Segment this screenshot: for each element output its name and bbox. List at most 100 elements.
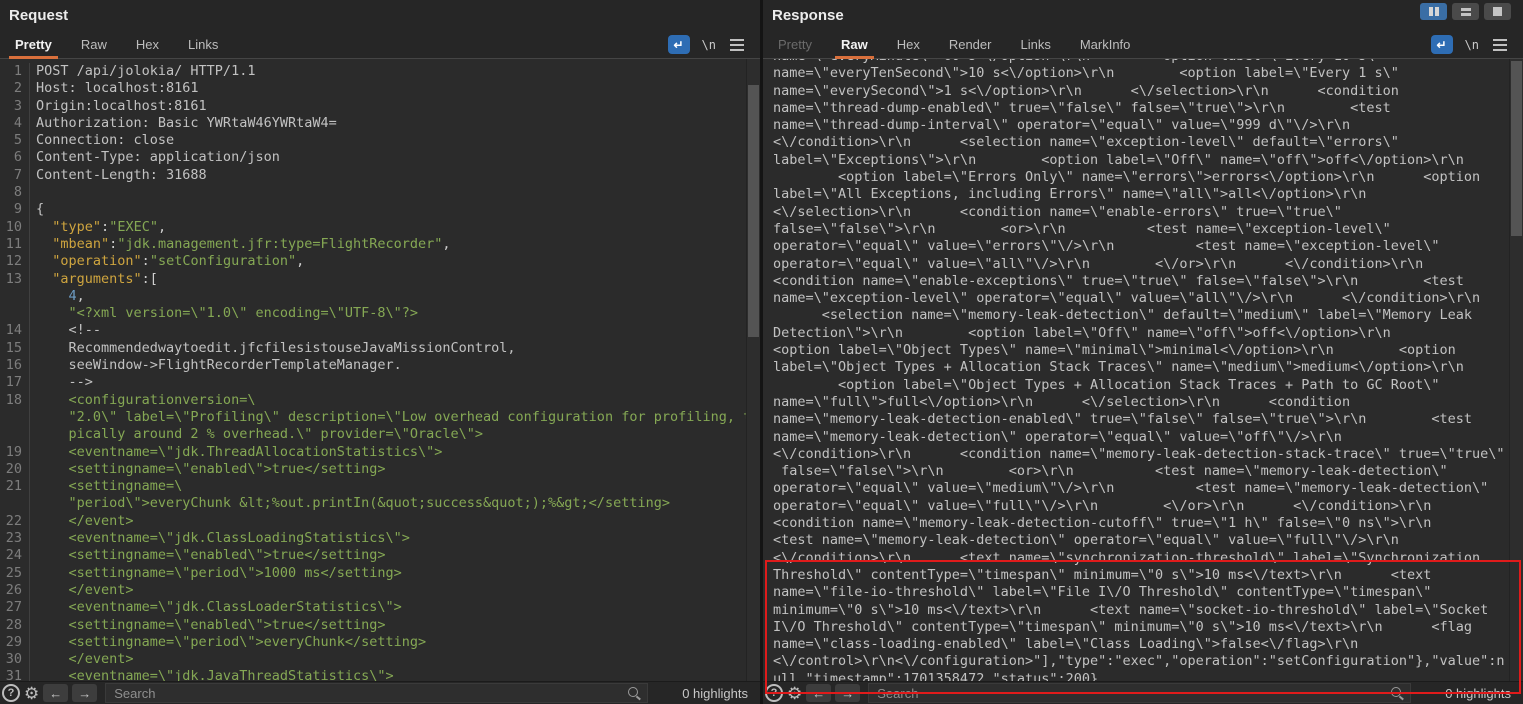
search-prev-button[interactable]: ← <box>806 684 831 702</box>
response-code-line: operator=\"equal\" value=\"full\"\/>\r\n… <box>763 498 1523 515</box>
response-code-line: name=\"thread-dump-enabled\" true=\"fals… <box>763 100 1523 117</box>
request-code-line: 20 <settingname=\"enabled\">true</settin… <box>0 461 760 478</box>
request-code-line: 6Content-Type: application/json <box>0 149 760 166</box>
response-code-line: <\/control>\r\n<\/configuration>"],"type… <box>763 653 1523 670</box>
request-code-line: 10 "type":"EXEC", <box>0 219 760 236</box>
request-code-line: 4Authorization: Basic YWRtaW46YWRtaW4= <box>0 115 760 132</box>
request-code-line: 22 </event> <box>0 513 760 530</box>
request-code-line: 12 "operation":"setConfiguration", <box>0 253 760 270</box>
response-tabbar: Pretty Raw Hex Render Links MarkInfo ↵ \n <box>763 31 1523 59</box>
response-code-line: label=\"Exceptions\">\r\n <option label=… <box>763 152 1523 169</box>
show-newlines-toggle[interactable]: \n <box>702 38 716 52</box>
request-code-line: pically around 2 % overhead.\" provider=… <box>0 426 760 443</box>
response-code-line: name=\"everyTenSecond\">10 s<\/option>\r… <box>763 65 1523 82</box>
tab-hex[interactable]: Hex <box>891 31 926 58</box>
request-code-line: 3Origin:localhost:8161 <box>0 98 760 115</box>
request-code-line: 26 </event> <box>0 582 760 599</box>
request-code-line: 18 <configurationversion=\ <box>0 392 760 409</box>
tab-pretty[interactable]: Pretty <box>9 31 58 58</box>
tab-links[interactable]: Links <box>182 31 224 58</box>
rows-layout-button[interactable] <box>1452 3 1479 20</box>
search-icon <box>1391 687 1401 697</box>
response-code-line: Threshold\" contentType=\"timespan\" min… <box>763 567 1523 584</box>
tab-render[interactable]: Render <box>943 31 998 58</box>
request-code-line: "2.0\" label=\"Profiling\" description=\… <box>0 409 760 426</box>
request-code-line: 13 "arguments":[ <box>0 271 760 288</box>
response-code-line: I\/O Threshold\" contentType=\"timespan\… <box>763 619 1523 636</box>
request-code-line: 9{ <box>0 201 760 218</box>
request-panel: Request Pretty Raw Hex Links ↵ \n 1POST /ap… <box>0 0 760 704</box>
layout-view-buttons <box>1420 3 1511 20</box>
response-scrollbar[interactable] <box>1509 59 1523 682</box>
request-scrollbar[interactable] <box>746 59 760 682</box>
response-code-line: Detection\">\r\n <option label=\"Off\" n… <box>763 325 1523 342</box>
tab-pretty[interactable]: Pretty <box>772 31 818 58</box>
request-code-line: 17 --> <box>0 374 760 391</box>
request-code-line: 4, <box>0 288 760 305</box>
request-code-line: 5Connection: close <box>0 132 760 149</box>
show-newlines-toggle[interactable]: \n <box>1465 38 1479 52</box>
request-code-line: 31 <eventname=\"jdk.JavaThreadStatistics… <box>0 668 760 682</box>
request-code-line: 2Host: localhost:8161 <box>0 80 760 97</box>
word-wrap-toggle-icon[interactable]: ↵ <box>668 35 690 54</box>
search-icon <box>628 687 638 697</box>
request-code-line: 29 <settingname=\"period\">everyChunk</s… <box>0 634 760 651</box>
response-code-line: name=\"file-io-threshold\" label=\"File … <box>763 584 1523 601</box>
response-code-line: <condition name=\"enable-exceptions\" tr… <box>763 273 1523 290</box>
tab-hex[interactable]: Hex <box>130 31 165 58</box>
response-code-line: name=\"full\">full<\/option>\r\n <\/sele… <box>763 394 1523 411</box>
response-scrollbar-thumb[interactable] <box>1511 61 1522 236</box>
search-settings-gear-icon[interactable]: ⚙ <box>24 685 39 702</box>
response-code-line: operator=\"equal\" value=\"medium\"\/>\r… <box>763 480 1523 497</box>
response-code-line: <\/condition>\r\n <text name=\"synchroni… <box>763 550 1523 567</box>
request-tabbar: Pretty Raw Hex Links ↵ \n <box>0 31 760 59</box>
help-icon[interactable]: ? <box>765 684 783 702</box>
repeater-window: Request Pretty Raw Hex Links ↵ \n 1POST /ap… <box>0 0 1523 704</box>
response-code-line: <selection name=\"memory-leak-detection\… <box>763 307 1523 324</box>
editor-menu-icon[interactable] <box>730 44 744 46</box>
request-code-line: 14 <!-- <box>0 322 760 339</box>
response-panel: Response Pretty Raw Hex Render Links MarkInfo… <box>763 0 1523 704</box>
response-code-line: <condition name=\"memory-leak-detection-… <box>763 515 1523 532</box>
request-highlight-count: 0 highlights <box>652 686 760 701</box>
response-highlight-count: 0 highlights <box>1415 686 1523 701</box>
response-search-input[interactable] <box>868 683 1411 703</box>
response-code-line: <test name=\"memory-leak-detection\" ope… <box>763 532 1523 549</box>
request-code-line: 30 </event> <box>0 651 760 668</box>
response-code-line: <\/condition>\r\n <condition name=\"memo… <box>763 446 1523 463</box>
response-code-line: <\/selection>\r\n <condition name=\"enab… <box>763 204 1523 221</box>
search-next-button[interactable]: → <box>72 684 97 702</box>
request-code-line: 7Content-Length: 31688 <box>0 167 760 184</box>
tab-raw[interactable]: Raw <box>835 31 874 58</box>
request-scrollbar-thumb[interactable] <box>748 85 759 337</box>
request-code-line: 25 <settingname=\"period\">1000 ms</sett… <box>0 565 760 582</box>
response-code-line: name=\"everySecond\">1 s<\/option>\r\n <… <box>763 83 1523 100</box>
response-panel-title: Response <box>763 0 1523 31</box>
response-code-line: label=\"All Exceptions, including Errors… <box>763 186 1523 203</box>
request-code-line: 27 <eventname=\"jdk.ClassLoaderStatistic… <box>0 599 760 616</box>
response-code-line: name=\"exception-level\" operator=\"equa… <box>763 290 1523 307</box>
response-code-line: name=\"memory-leak-detection\" operator=… <box>763 429 1523 446</box>
search-settings-gear-icon[interactable]: ⚙ <box>787 685 802 702</box>
request-code-line: 15 Recommendedwaytoedit.jfcfilesistouseJ… <box>0 340 760 357</box>
search-next-button[interactable]: → <box>835 684 860 702</box>
tab-markinfo[interactable]: MarkInfo <box>1074 31 1137 58</box>
tab-raw[interactable]: Raw <box>75 31 113 58</box>
request-panel-title: Request <box>0 0 760 31</box>
response-code-line: false=\"false\">\r\n <or>\r\n <test name… <box>763 463 1523 480</box>
request-editor[interactable]: 1POST /api/jolokia/ HTTP/1.12Host: local… <box>0 59 760 682</box>
request-searchbar: ? ⚙ ← → 0 highlights <box>0 681 760 704</box>
tab-links[interactable]: Links <box>1014 31 1056 58</box>
help-icon[interactable]: ? <box>2 684 20 702</box>
response-editor[interactable]: name=\"everyMinute\">60 s<\/option>\r\n … <box>763 59 1523 682</box>
search-prev-button[interactable]: ← <box>43 684 68 702</box>
request-search-input[interactable] <box>105 683 648 703</box>
request-code-line: 8 <box>0 184 760 201</box>
request-code-line: 11 "mbean":"jdk.management.jfr:type=Flig… <box>0 236 760 253</box>
response-code-line: name=\"memory-leak-detection-enabled\" t… <box>763 411 1523 428</box>
word-wrap-toggle-icon[interactable]: ↵ <box>1431 35 1453 54</box>
single-layout-button[interactable] <box>1484 3 1511 20</box>
editor-menu-icon[interactable] <box>1493 44 1507 46</box>
columns-layout-button[interactable] <box>1420 3 1447 20</box>
response-code-line: false=\"false\">\r\n <or>\r\n <test name… <box>763 221 1523 238</box>
